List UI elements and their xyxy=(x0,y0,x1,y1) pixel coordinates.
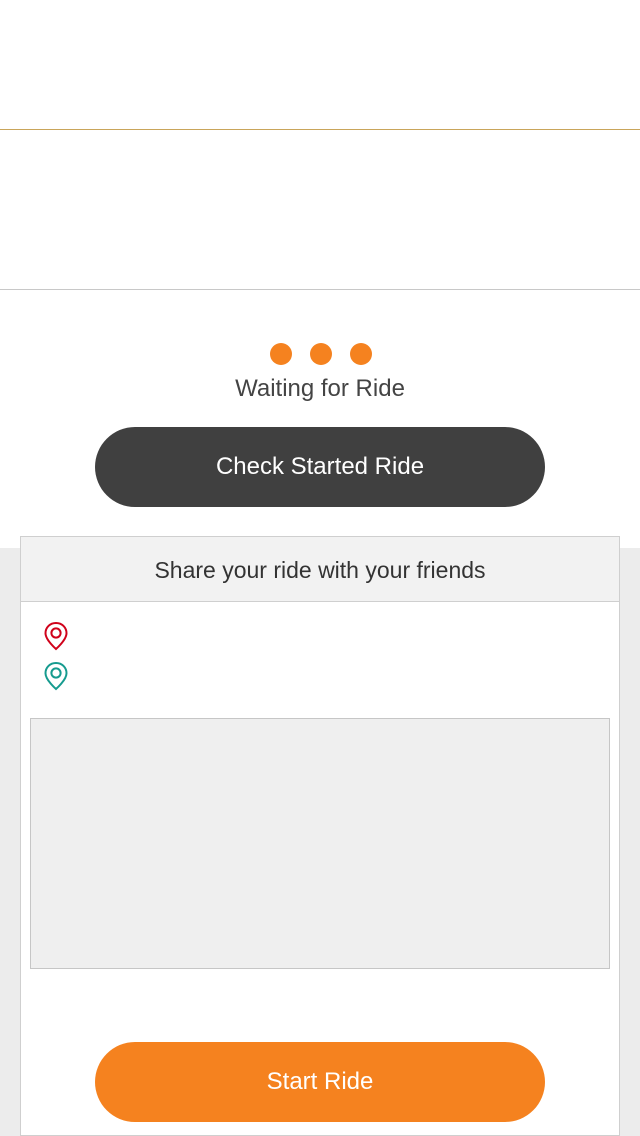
status-area xyxy=(0,290,640,548)
loading-dot xyxy=(310,343,332,365)
loading-dot xyxy=(350,343,372,365)
pickup-location-pin-icon xyxy=(44,621,68,651)
loading-indicator xyxy=(0,343,640,365)
share-card-header: Share your ride with your friends xyxy=(21,537,619,602)
loading-dot xyxy=(270,343,292,365)
check-started-ride-button[interactable]: Check Started Ride xyxy=(95,427,545,507)
waiting-status-text: Waiting for Ride xyxy=(235,375,405,402)
top-bar xyxy=(0,0,640,130)
ride-info-section xyxy=(0,130,640,290)
share-card-title: Share your ride with your friends xyxy=(154,557,486,583)
start-ride-button[interactable]: Start Ride xyxy=(95,1042,545,1122)
ride-map-area[interactable] xyxy=(30,718,610,969)
dropoff-location-pin-icon xyxy=(44,661,68,691)
